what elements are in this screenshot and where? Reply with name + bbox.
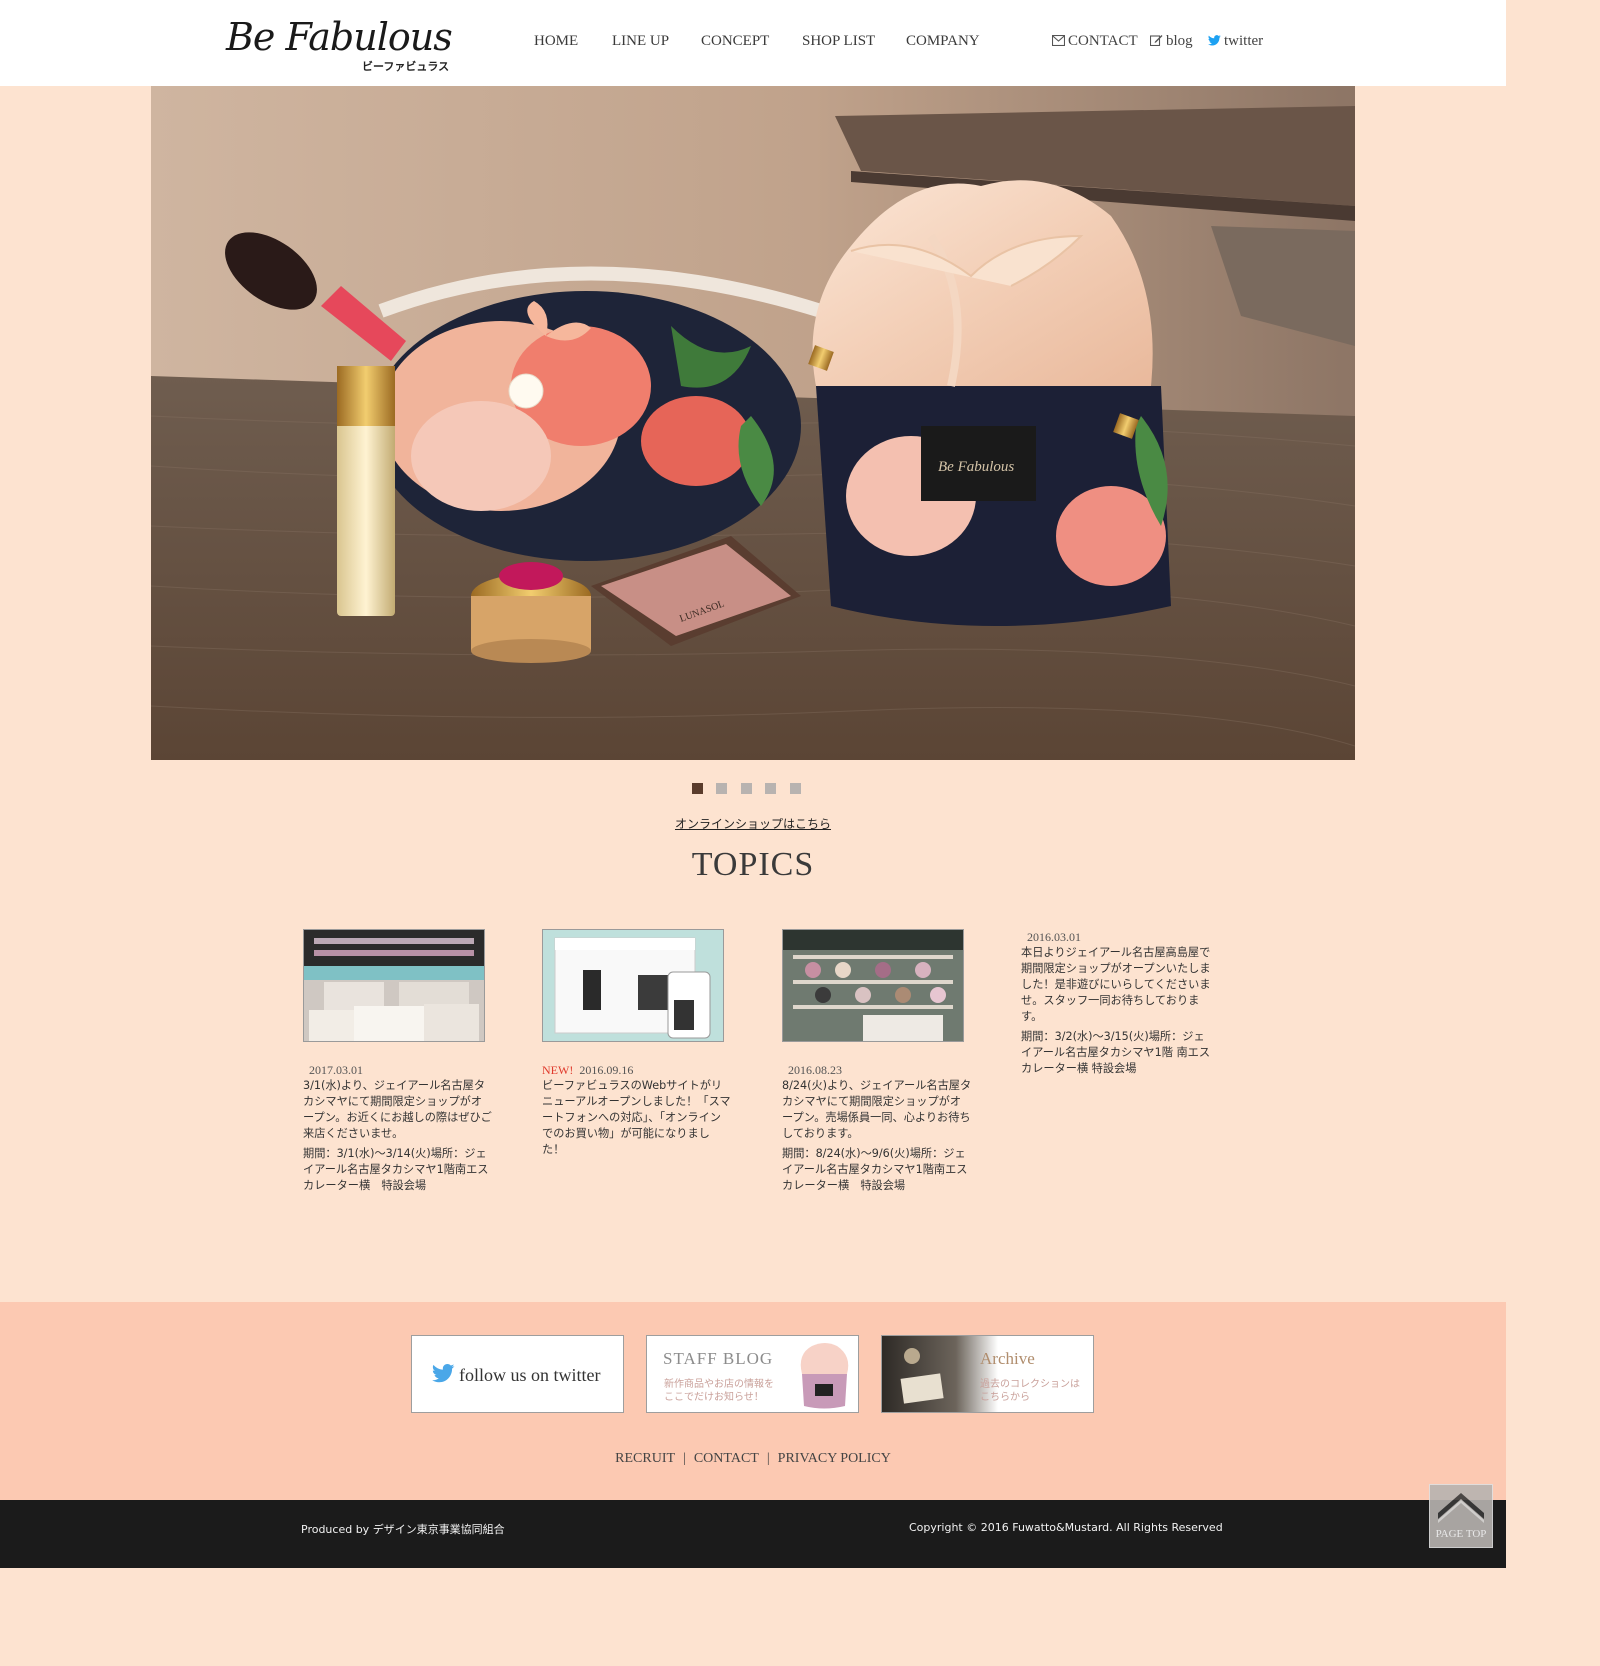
twitter-link-label: twitter <box>1224 33 1264 49</box>
footer-links: RECRUIT | CONTACT | PRIVACY POLICY <box>0 1451 1506 1467</box>
slide-dot-2[interactable] <box>716 783 727 794</box>
edit-icon <box>1149 35 1163 47</box>
slide-dot-1[interactable] <box>692 783 703 794</box>
staff-blog-banner[interactable]: STAFF BLOG 新作商品やお店の情報を ここでだけお知らせ！ <box>646 1335 859 1413</box>
website-renewal-photo <box>543 930 723 1041</box>
envelope-icon <box>1051 34 1066 47</box>
drawstring-pouch-icon <box>800 1343 849 1409</box>
topic-card: 2016.08.23 8/24(火)より、ジェイアール名古屋タカシマヤにて期間限… <box>782 929 972 1198</box>
site-logo[interactable]: Be Fabulous ビーファビュラス <box>226 12 456 74</box>
topic-paragraph: 3/1(水)より、ジェイアール名古屋タカシマヤにて期間限定ショップがオープン。お… <box>303 1079 492 1140</box>
topic-date: 2016.03.01 <box>1027 930 1081 944</box>
chevron-up-icon <box>1438 1493 1484 1523</box>
blog-link-label: blog <box>1166 33 1193 49</box>
logo-script-text: Be Fabulous <box>226 15 453 59</box>
footer-link-privacy-policy[interactable]: PRIVACY POLICY <box>778 1451 891 1466</box>
shop-shelves-photo <box>783 930 963 1041</box>
hero-photo: LUNASOL Be Fabulous <box>151 86 1355 760</box>
online-shop-link[interactable]: オンラインショップはこちら <box>675 817 831 831</box>
nav-company[interactable]: COMPANY <box>906 33 980 50</box>
staff-blog-graphic: STAFF BLOG 新作商品やお店の情報を ここでだけお知らせ！ <box>663 1343 849 1409</box>
slide-dot-5[interactable] <box>790 783 801 794</box>
twitter-bird-icon <box>1208 35 1221 46</box>
topic-paragraph: 8/24(火)より、ジェイアール名古屋タカシマヤにて期間限定ショップがオープン。… <box>782 1079 972 1140</box>
footer-link-recruit[interactable]: RECRUIT <box>615 1451 675 1466</box>
site-header: Be Fabulous ビーファビュラス HOME LINE UP CONCEP… <box>0 0 1506 86</box>
topic-thumbnail[interactable] <box>303 929 485 1042</box>
footer-link-separator: | <box>683 1451 686 1466</box>
footer-link-contact[interactable]: CONTACT <box>694 1451 759 1466</box>
topic-card: NEW! 2016.09.16 ビーファビュラスのWebサイトがリニューアルオープ… <box>542 929 732 1162</box>
topic-paragraph: 期間：8/24(水)〜9/6(火)場所：ジェイアール名古屋タカシマヤ1階南エスカ… <box>782 1147 968 1192</box>
staff-blog-subtext-1: 新作商品やお店の情報を <box>664 1377 774 1390</box>
blog-link[interactable]: blog <box>1149 33 1193 50</box>
hero-slideshow[interactable]: LUNASOL Be Fabulous <box>151 86 1355 760</box>
topic-meta: NEW! 2016.09.16 <box>542 1062 732 1078</box>
twitter-link[interactable]: twitter <box>1208 33 1263 50</box>
copyright-text: Copyright © 2016 Fuwatto&Mustard. All Ri… <box>909 1521 1223 1534</box>
archive-graphic: Archive 過去のコレクションは こちらから <box>882 1336 1093 1412</box>
topic-card: 2016.03.01 本日よりジェイアール名古屋高島屋で期間限定ショップがオープ… <box>1021 929 1211 1081</box>
bottom-bar <box>0 1500 1506 1568</box>
contact-link-label: CONTACT <box>1068 33 1138 49</box>
twitter-banner-text: follow us on twitter <box>459 1365 601 1385</box>
topic-date: 2016.09.16 <box>579 1063 634 1077</box>
slide-dot-4[interactable] <box>765 783 776 794</box>
staff-blog-title: STAFF BLOG <box>663 1349 773 1368</box>
shop-display-photo <box>304 930 484 1041</box>
archive-subtext-1: 過去のコレクションは <box>980 1378 1080 1390</box>
topic-date: 2016.08.23 <box>788 1063 842 1077</box>
topic-date: 2017.03.01 <box>309 1063 363 1077</box>
twitter-bird-icon <box>432 1364 455 1383</box>
footer-link-separator: | <box>766 1451 770 1466</box>
slide-dot-3[interactable] <box>741 783 752 794</box>
contact-link[interactable]: CONTACT <box>1051 33 1138 50</box>
archive-title: Archive <box>980 1349 1035 1368</box>
archive-banner[interactable]: Archive 過去のコレクションは こちらから <box>881 1335 1094 1413</box>
topic-meta: 2017.03.01 <box>303 1062 493 1078</box>
topic-body: 8/24(火)より、ジェイアール名古屋タカシマヤにて期間限定ショップがオープン。… <box>782 1078 972 1194</box>
topic-meta: 2016.08.23 <box>782 1062 972 1078</box>
topic-body: ビーファビュラスのWebサイトがリニューアルオープンしました！「スマートフォンへ… <box>542 1078 732 1158</box>
topic-card: 2017.03.01 3/1(水)より、ジェイアール名古屋タカシマヤにて期間限定… <box>303 929 493 1198</box>
online-shop-link-row: オンラインショップはこちら <box>0 815 1506 832</box>
topic-body: 3/1(水)より、ジェイアール名古屋タカシマヤにて期間限定ショップがオープン。お… <box>303 1078 493 1194</box>
page-top-label: PAGE TOP <box>1435 1528 1487 1540</box>
topic-paragraph: 期間：3/2(水)〜3/15(火)場所：ジェイアール名古屋タカシマヤ1階 南エス… <box>1021 1030 1211 1075</box>
topic-paragraph: 期間：3/1(水)〜3/14(火)場所：ジェイアール名古屋タカシマヤ1階南エスカ… <box>303 1147 489 1192</box>
topic-paragraph: 本日よりジェイアール名古屋高島屋で期間限定ショップがオープンいたしました！是非遊… <box>1021 946 1211 1023</box>
nav-concept[interactable]: CONCEPT <box>701 33 769 50</box>
staff-blog-subtext-2: ここでだけお知らせ！ <box>664 1390 764 1403</box>
nav-shop-list[interactable]: SHOP LIST <box>802 33 875 50</box>
logo-kana-text: ビーファビュラス <box>362 60 450 73</box>
topic-paragraph: ビーファビュラスのWebサイトがリニューアルオープンしました！「スマートフォンへ… <box>542 1079 731 1156</box>
archive-subtext-2: こちらから <box>980 1391 1030 1403</box>
page-top-button[interactable]: PAGE TOP <box>1429 1484 1493 1548</box>
topic-thumbnail[interactable] <box>782 929 964 1042</box>
new-label: NEW! <box>542 1063 574 1077</box>
produced-by-text: Produced by デザイン東京事業協同組合 <box>301 1523 505 1536</box>
bag-tag-text: Be Fabulous <box>938 459 1014 475</box>
topics-heading: TOPICS <box>691 846 815 883</box>
topic-body: 本日よりジェイアール名古屋高島屋で期間限定ショップがオープンいたしました！是非遊… <box>1021 945 1211 1077</box>
nav-line-up[interactable]: LINE UP <box>612 33 669 50</box>
topic-meta: 2016.03.01 <box>1021 929 1211 945</box>
twitter-banner-graphic: follow us on twitter <box>432 1364 601 1385</box>
twitter-banner[interactable]: follow us on twitter <box>411 1335 624 1413</box>
topic-thumbnail[interactable] <box>542 929 724 1042</box>
nav-home[interactable]: HOME <box>534 33 578 50</box>
